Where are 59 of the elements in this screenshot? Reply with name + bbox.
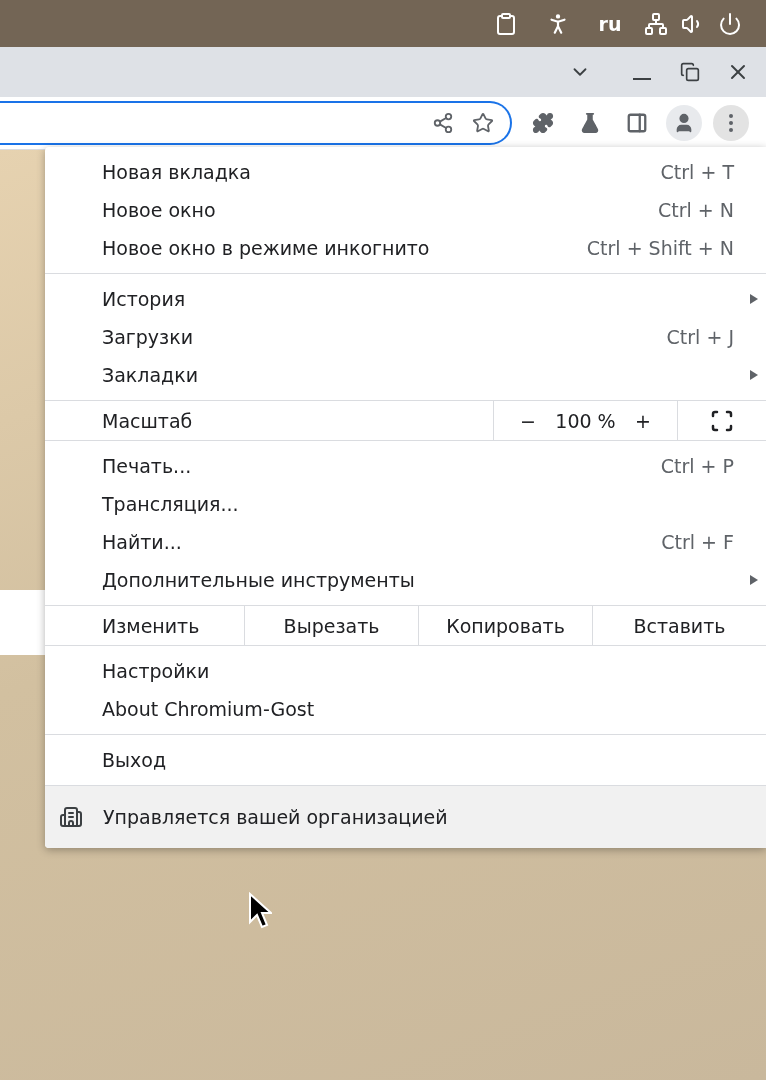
menu-item-label: Загрузки bbox=[102, 326, 194, 348]
shortcut-text: Ctrl + P bbox=[660, 455, 734, 477]
menu-button[interactable] bbox=[713, 105, 749, 141]
puzzle-icon bbox=[532, 112, 554, 134]
zoom-out-button[interactable]: − bbox=[514, 409, 542, 432]
menu-item[interactable]: Новая вкладка Ctrl + T bbox=[45, 153, 766, 191]
menu-item-label: Новая вкладка bbox=[102, 161, 251, 183]
edit-action-button[interactable]: Вставить bbox=[592, 606, 766, 645]
shortcut-text: Ctrl + Shift + N bbox=[586, 237, 734, 259]
managed-notice[interactable]: Управляется вашей организацией bbox=[45, 786, 766, 848]
power-icon[interactable] bbox=[718, 11, 742, 36]
fullscreen-icon bbox=[710, 408, 734, 433]
menu-item[interactable]: About Chromium-Gost bbox=[45, 690, 766, 728]
language-indicator[interactable]: ru bbox=[598, 12, 622, 35]
menu-item[interactable]: Загрузки Ctrl + J bbox=[45, 318, 766, 356]
menu-item[interactable]: Настройки bbox=[45, 652, 766, 690]
shortcut-text: Ctrl + T bbox=[660, 161, 734, 183]
zoom-value: 100 % bbox=[555, 409, 616, 432]
menu-item[interactable]: Печать... Ctrl + P bbox=[45, 447, 766, 485]
menu-item[interactable]: Трансляция... bbox=[45, 485, 766, 523]
menu-item[interactable]: Дополнительные инструменты bbox=[45, 561, 766, 599]
flask-icon bbox=[579, 112, 601, 134]
bookmark-star-icon[interactable] bbox=[472, 112, 494, 134]
menu-item[interactable]: Закладки bbox=[45, 356, 766, 394]
menu-item-label: Новое окно в режиме инкогнито bbox=[102, 237, 430, 259]
cursor-icon bbox=[248, 892, 272, 930]
share-icon[interactable] bbox=[432, 112, 454, 134]
zoom-label: Масштаб bbox=[101, 408, 194, 434]
menu-item[interactable]: Новое окно Ctrl + N bbox=[45, 191, 766, 229]
menu-item-label: Найти... bbox=[102, 531, 182, 553]
menu-item-label: Дополнительные инструменты bbox=[102, 569, 415, 591]
edit-label: Изменить bbox=[101, 613, 201, 639]
shortcut-text: Ctrl + F bbox=[661, 531, 734, 553]
menu-icon bbox=[729, 114, 733, 132]
clipboard-icon[interactable] bbox=[494, 11, 518, 36]
side-panel-icon bbox=[626, 112, 648, 134]
network-icon[interactable] bbox=[644, 11, 668, 36]
edit-action-button[interactable]: Копировать bbox=[418, 606, 592, 645]
building-icon bbox=[59, 805, 83, 829]
menu-item-label: Новое окно bbox=[102, 199, 216, 221]
menu-item[interactable]: Найти... Ctrl + F bbox=[45, 523, 766, 561]
menu-item-label: Печать... bbox=[102, 455, 192, 477]
menu-item[interactable]: Новое окно в режиме инкогнито Ctrl + Shift + N bbox=[45, 229, 766, 267]
menu-item[interactable]: Выход bbox=[45, 741, 766, 779]
edit-action-button[interactable]: Вырезать bbox=[244, 606, 418, 645]
restore-icon bbox=[680, 62, 700, 82]
menu-item-label: Выход bbox=[102, 749, 167, 771]
address-bar[interactable] bbox=[0, 101, 512, 145]
shortcut-text: Ctrl + N bbox=[657, 199, 734, 221]
zoom-in-button[interactable]: + bbox=[629, 409, 657, 432]
menu-item[interactable]: История bbox=[45, 280, 766, 318]
menu-item-label: История bbox=[102, 288, 186, 310]
menu-item-label: Настройки bbox=[102, 660, 210, 682]
profile-button[interactable] bbox=[666, 105, 702, 141]
menu-item-label: Трансляция... bbox=[102, 493, 239, 515]
shortcut-text: Ctrl + J bbox=[666, 326, 734, 348]
menu-item-label: Закладки bbox=[102, 364, 199, 386]
menu-item-label: About Chromium-Gost bbox=[102, 698, 315, 720]
minimize-icon bbox=[633, 78, 651, 80]
